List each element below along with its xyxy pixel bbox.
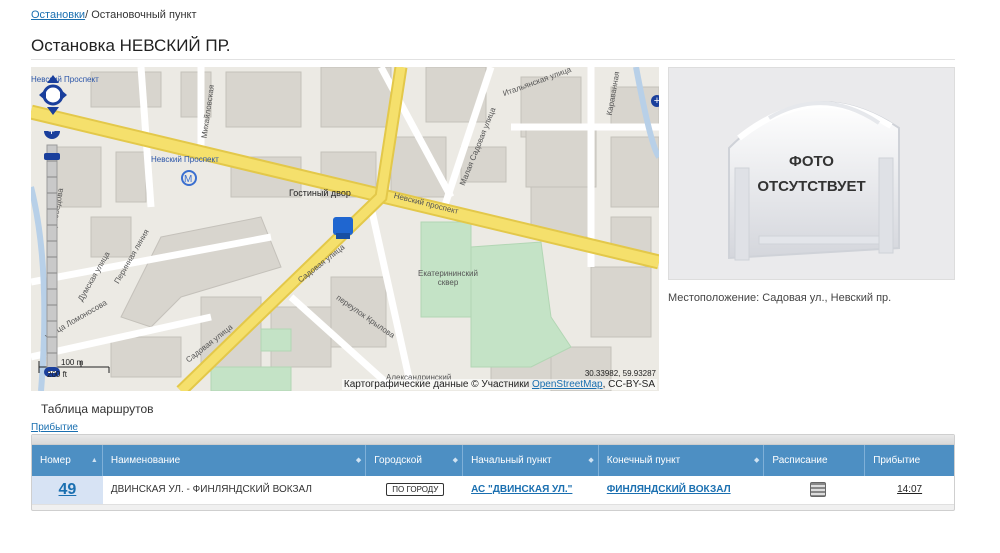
breadcrumb-link-stops[interactable]: Остановки xyxy=(31,9,85,21)
schedule-icon[interactable] xyxy=(810,481,827,497)
table-header: Номер ▲ Наименование ◆ Городской ◆ Начальны… xyxy=(32,445,954,476)
photo-text-line1: ФОТО xyxy=(789,153,834,170)
cell-schedule xyxy=(764,476,865,504)
map-pan-control[interactable] xyxy=(39,75,67,115)
sort-icon: ◆ xyxy=(452,457,459,464)
attribution-prefix: Картографические данные © Участники xyxy=(343,379,532,390)
scale-meters: 100 m xyxy=(61,358,84,367)
map-label-gostiny: Гостиный двор xyxy=(289,188,351,198)
arrival-time-link[interactable]: 14:07 xyxy=(897,484,922,495)
osm-link[interactable]: OpenStreetMap xyxy=(532,379,603,390)
map-zoom-control[interactable]: + xyxy=(44,131,60,377)
bus-shelter-icon xyxy=(728,101,900,261)
header-start[interactable]: Начальный пункт ◆ xyxy=(463,445,599,476)
city-badge: ПО ГОРОДУ xyxy=(386,483,445,496)
sort-icon: ◆ xyxy=(754,457,760,464)
start-point-link[interactable]: АС "ДВИНСКАЯ УЛ." xyxy=(471,484,572,495)
map-label-ekaterininsky: Екатерининский сквер xyxy=(418,269,478,287)
end-point-link[interactable]: ФИНЛЯНДСКИЙ ВОКЗАЛ xyxy=(607,484,731,495)
map-attribution: Картографические данные © Участники Open… xyxy=(341,379,657,390)
stop-location: Местоположение: Садовая ул., Невский пр. xyxy=(668,292,892,304)
header-number[interactable]: Номер ▲ xyxy=(32,445,103,476)
page: Остановки/ Остановочный пункт Остановка … xyxy=(0,0,1000,553)
header-end-label: Конечный пункт xyxy=(606,455,681,466)
sort-icon: ◆ xyxy=(588,457,594,464)
sort-icon: ◆ xyxy=(355,457,362,464)
map-canvas: M xyxy=(31,67,659,391)
attribution-suffix: , CC-BY-SA xyxy=(602,379,655,390)
table-toolbar xyxy=(32,435,954,445)
route-number-link[interactable]: 49 xyxy=(59,481,77,498)
cell-city: ПО ГОРОДУ xyxy=(366,476,463,504)
map-scale: 100 m 200 ft xyxy=(39,358,83,379)
header-end[interactable]: Конечный пункт ◆ xyxy=(599,445,765,476)
header-name-label: Наименование xyxy=(110,455,181,466)
cell-arrival: 14:07 xyxy=(865,476,954,504)
header-schedule[interactable]: Расписание xyxy=(764,445,866,476)
map-layer-switcher-icon[interactable]: + xyxy=(651,95,659,107)
header-name[interactable]: Наименование ◆ xyxy=(103,445,367,476)
header-schedule-label: Расписание xyxy=(772,455,828,466)
header-number-label: Номер xyxy=(40,455,71,466)
breadcrumb-current: / Остановочный пункт xyxy=(85,9,197,21)
cell-number: 49 xyxy=(32,476,103,504)
map-label-nevsky-2: Невский Проспект xyxy=(151,155,219,164)
routes-table: Номер ▲ Наименование ◆ Городской ◆ Начальны… xyxy=(31,434,955,511)
cell-route-name: ДВИНСКАЯ УЛ. - ФИНЛЯНДСКИЙ ВОКЗАЛ xyxy=(110,484,312,495)
svg-text:+: + xyxy=(48,131,55,138)
header-arrival[interactable]: Прибытие xyxy=(865,445,954,476)
header-arrival-label: Прибытие xyxy=(873,455,921,466)
routes-table-caption: Таблица маршрутов xyxy=(41,402,154,416)
header-start-label: Начальный пункт xyxy=(471,455,552,466)
scale-feet: 200 ft xyxy=(47,370,68,379)
svg-text:M: M xyxy=(184,174,192,185)
table-row: 49 ДВИНСКАЯ УЛ. - ФИНЛЯНДСКИЙ ВОКЗАЛ ПО … xyxy=(32,476,954,505)
arrival-link[interactable]: Прибытие xyxy=(31,422,78,433)
title-divider xyxy=(31,59,955,60)
breadcrumb: Остановки/ Остановочный пункт xyxy=(31,9,197,21)
map-coordinates: 30.33982, 59.93287 xyxy=(584,369,656,378)
page-title: Остановка НЕВСКИЙ ПР. xyxy=(31,36,231,55)
photo-text-line2: ОТСУТСТВУЕТ xyxy=(757,178,866,195)
cell-start: АС "ДВИНСКАЯ УЛ." xyxy=(463,476,599,504)
header-city[interactable]: Городской ◆ xyxy=(366,445,464,476)
header-city-label: Городской xyxy=(374,455,422,466)
map[interactable]: M Невский Проспект Невский Проспект Гост… xyxy=(31,67,659,391)
cell-end: ФИНЛЯНДСКИЙ ВОКЗАЛ xyxy=(599,476,765,504)
stop-photo-placeholder: ФОТО ОТСУТСТВУЕТ xyxy=(668,67,955,280)
sort-icon: ▲ xyxy=(90,457,98,464)
